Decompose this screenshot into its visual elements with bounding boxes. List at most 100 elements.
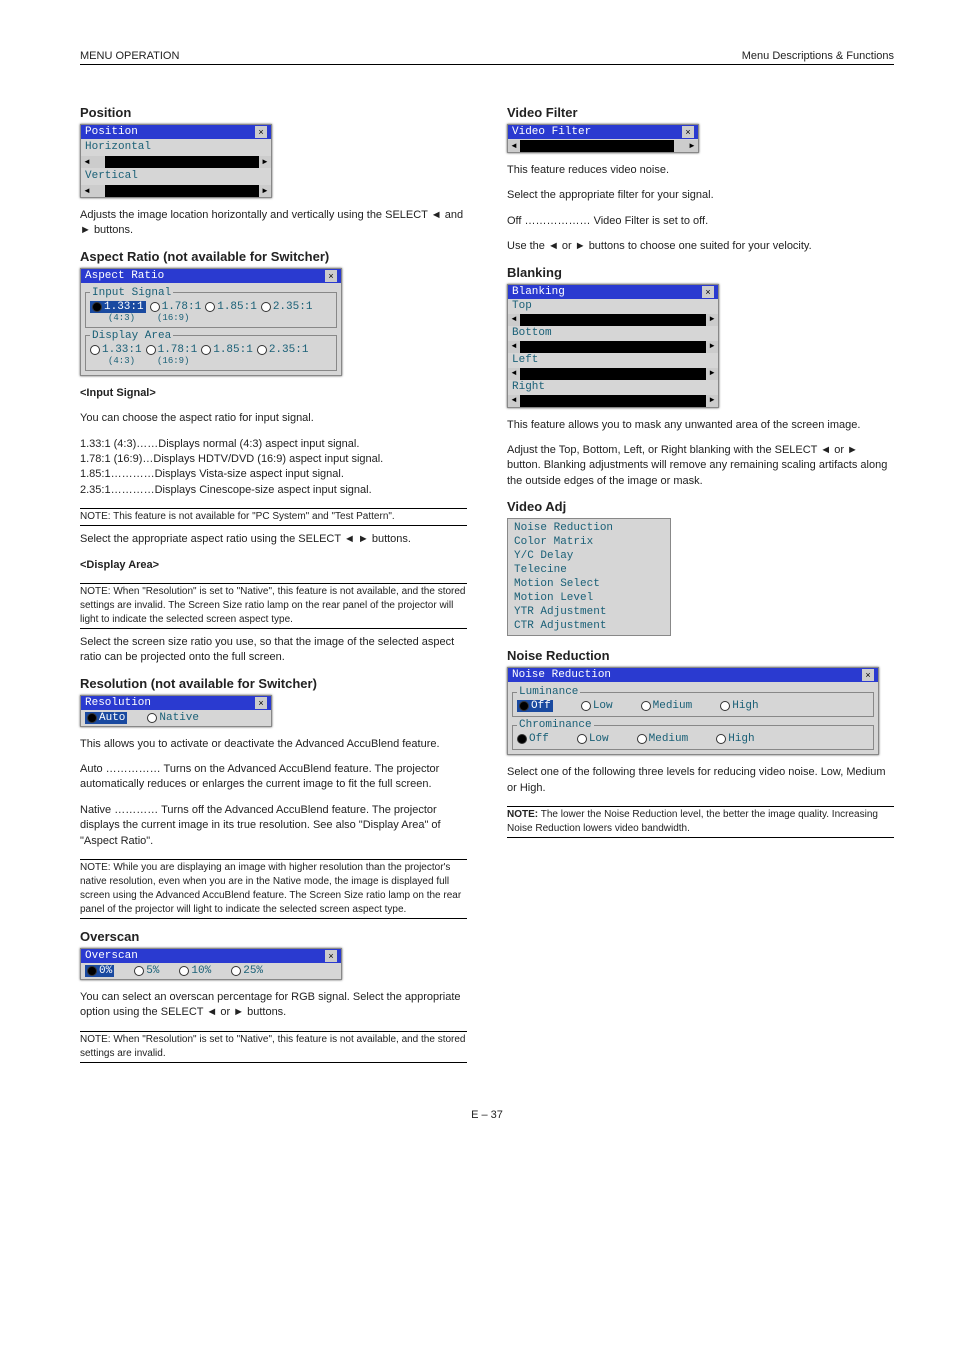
radio-lum-low[interactable]: Low: [581, 700, 613, 712]
position-vertical-label: Vertical: [85, 170, 267, 182]
left-arrow-icon[interactable]: ◄: [508, 395, 520, 407]
blanking-left-slider[interactable]: ◄►: [508, 368, 718, 380]
overscan-note: NOTE: When "Resolution" is set to "Nativ…: [80, 1031, 467, 1063]
resolution-body1: This allows you to activate or deactivat…: [80, 737, 467, 752]
blanking-right-label: Right: [508, 380, 718, 394]
videofilter-dialog: Video Filter × ◄ ►: [507, 124, 699, 153]
radio-lum-high[interactable]: High: [720, 700, 758, 712]
radio-25[interactable]: 25%: [231, 965, 263, 977]
right-arrow-icon[interactable]: ►: [259, 185, 271, 197]
blanking-dialog-title: Blanking: [512, 286, 565, 298]
blanking-left-label: Left: [508, 353, 718, 367]
close-icon[interactable]: ×: [325, 270, 337, 282]
position-dialog: Position × Horizontal ◄ ► Vertical ◄: [80, 124, 272, 198]
subopt-43-da: (4:3): [108, 356, 135, 366]
aspect-desc-display: Select the screen size ratio you use, so…: [80, 635, 467, 666]
vertical-slider[interactable]: ◄ ►: [81, 185, 271, 197]
radio-0[interactable]: 0%: [85, 965, 114, 977]
header-right: Menu Descriptions & Functions: [742, 50, 894, 62]
radio-chr-off[interactable]: Off: [517, 733, 549, 745]
left-arrow-icon[interactable]: ◄: [508, 368, 520, 380]
left-arrow-icon[interactable]: ◄: [508, 140, 520, 152]
asp-val-3: 2.35:1…………Displays Cinescope-size aspect…: [80, 483, 467, 498]
radio-178-da[interactable]: 1.78:1: [146, 344, 198, 356]
right-arrow-icon[interactable]: ►: [706, 368, 718, 380]
close-icon[interactable]: ×: [682, 126, 694, 138]
menu-item[interactable]: Motion Select: [514, 577, 664, 591]
videoadj-title: Video Adj: [507, 499, 894, 514]
header-left: MENU OPERATION: [80, 50, 179, 62]
left-arrow-icon[interactable]: ◄: [508, 341, 520, 353]
asp-val-1: 1.78:1 (16:9)…Displays HDTV/DVD (16:9) a…: [80, 452, 467, 467]
blanking-desc: This feature allows you to mask any unwa…: [507, 418, 894, 433]
blanking-top-slider[interactable]: ◄►: [508, 314, 718, 326]
radio-chr-low[interactable]: Low: [577, 733, 609, 745]
nr-note-body: The lower the Noise Reduction level, the…: [507, 809, 878, 834]
radio-native[interactable]: Native: [147, 712, 199, 724]
blanking-bottom-slider[interactable]: ◄►: [508, 341, 718, 353]
position-title: Position: [80, 105, 467, 120]
horizontal-slider[interactable]: ◄ ►: [81, 156, 271, 168]
videofilter-dialog-title: Video Filter: [512, 126, 591, 138]
aspect-dialog-title: Aspect Ratio: [85, 270, 164, 282]
menu-item[interactable]: Y/C Delay: [514, 549, 664, 563]
asp-val-0: 1.33:1 (4:3)……Displays normal (4:3) aspe…: [80, 437, 467, 452]
menu-item[interactable]: YTR Adjustment: [514, 605, 664, 619]
radio-lum-med[interactable]: Medium: [641, 700, 693, 712]
blanking-title: Blanking: [507, 265, 894, 280]
videofilter-body2: Select the appropriate filter for your s…: [507, 188, 894, 203]
videoadj-menu: Noise Reduction Color Matrix Y/C Delay T…: [507, 518, 671, 636]
resolution-body2-auto: Auto …………… Turns on the Advanced AccuBle…: [80, 762, 467, 793]
chr-legend: Chrominance: [517, 719, 594, 731]
menu-item[interactable]: Noise Reduction: [514, 521, 664, 535]
nr-title: Noise Reduction: [507, 648, 894, 663]
menu-item[interactable]: CTR Adjustment: [514, 619, 664, 633]
left-arrow-icon[interactable]: ◄: [508, 314, 520, 326]
right-arrow-icon[interactable]: ►: [259, 156, 271, 168]
radio-235[interactable]: 2.35:1: [261, 301, 313, 313]
blanking-desc2: Adjust the Top, Bottom, Left, or Right b…: [507, 443, 894, 489]
radio-5[interactable]: 5%: [134, 965, 159, 977]
radio-chr-high[interactable]: High: [716, 733, 754, 745]
resolution-body2-native: Native ………… Turns off the Advanced AccuB…: [80, 803, 467, 849]
close-icon[interactable]: ×: [702, 286, 714, 298]
radio-133-da[interactable]: 1.33:1: [90, 344, 142, 356]
nr-dialog: Noise Reduction × Luminance Off Low Medi…: [507, 667, 879, 755]
blanking-right-slider[interactable]: ◄►: [508, 395, 718, 407]
menu-item[interactable]: Telecine: [514, 563, 664, 577]
position-dialog-title: Position: [85, 126, 138, 138]
blanking-top-label: Top: [508, 299, 718, 313]
position-horizontal-label: Horizontal: [85, 141, 267, 153]
radio-133[interactable]: 1.33:1: [90, 301, 146, 313]
videofilter-slider[interactable]: ◄ ►: [508, 140, 698, 152]
nr-dialog-title: Noise Reduction: [512, 669, 611, 681]
right-arrow-icon[interactable]: ►: [706, 395, 718, 407]
left-arrow-icon[interactable]: ◄: [81, 185, 93, 197]
radio-auto[interactable]: Auto: [85, 712, 127, 724]
radio-chr-med[interactable]: Medium: [637, 733, 689, 745]
right-arrow-icon[interactable]: ►: [706, 314, 718, 326]
radio-178[interactable]: 1.78:1: [150, 301, 202, 313]
menu-item[interactable]: Motion Level: [514, 591, 664, 605]
radio-10[interactable]: 10%: [179, 965, 211, 977]
resolution-title: Resolution (not available for Switcher): [80, 676, 467, 691]
display-area-note: NOTE: When "Resolution" is set to "Nativ…: [80, 583, 467, 629]
aspect-desc-input: You can choose the aspect ratio for inpu…: [80, 411, 467, 426]
right-arrow-icon[interactable]: ►: [706, 341, 718, 353]
close-icon[interactable]: ×: [255, 126, 267, 138]
radio-185[interactable]: 1.85:1: [205, 301, 257, 313]
radio-235-da[interactable]: 2.35:1: [257, 344, 309, 356]
close-icon[interactable]: ×: [255, 697, 267, 709]
close-icon[interactable]: ×: [862, 669, 874, 681]
close-icon[interactable]: ×: [325, 950, 337, 962]
nr-note-label: NOTE:: [507, 809, 538, 820]
subopt-169: (16:9): [157, 313, 189, 323]
overscan-body: You can select an overscan percentage fo…: [80, 990, 467, 1021]
left-arrow-icon[interactable]: ◄: [81, 156, 93, 168]
right-arrow-icon[interactable]: ►: [686, 140, 698, 152]
aspect-sub-input: <Input Signal>: [80, 386, 467, 401]
menu-item[interactable]: Color Matrix: [514, 535, 664, 549]
radio-185-da[interactable]: 1.85:1: [201, 344, 253, 356]
radio-lum-off[interactable]: Off: [517, 700, 553, 712]
videofilter-title: Video Filter: [507, 105, 894, 120]
